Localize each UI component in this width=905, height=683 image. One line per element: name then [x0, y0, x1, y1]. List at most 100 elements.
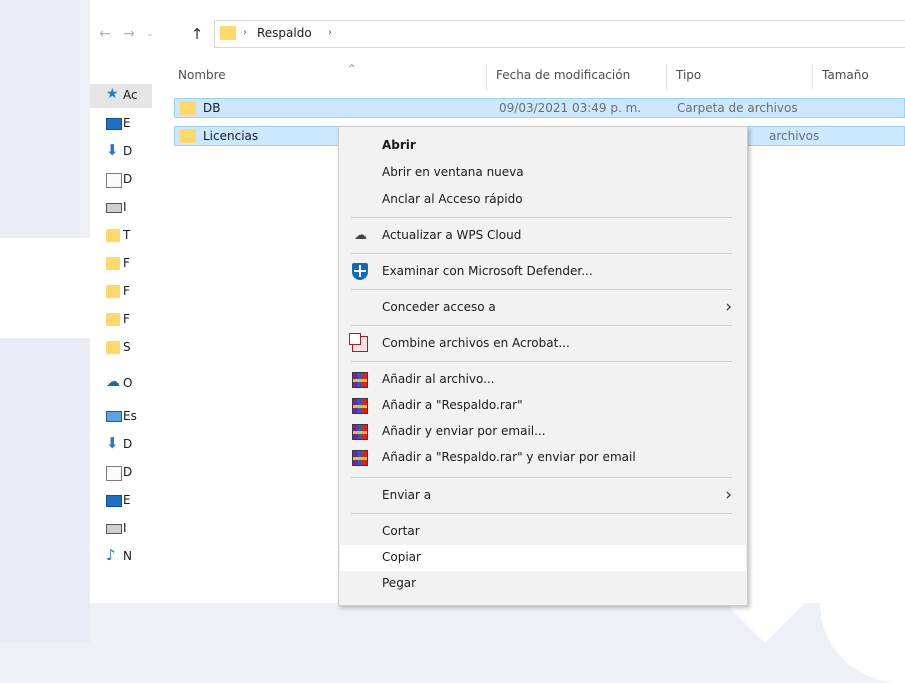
breadcrumb-separator[interactable]: ›: [328, 27, 332, 38]
column-header-date[interactable]: Fecha de modificación: [496, 68, 630, 82]
pane-item-label: I: [123, 200, 127, 214]
pane-item-documents[interactable]: D: [90, 461, 152, 485]
background-shape: [820, 603, 905, 683]
pane-item-quick-access[interactable]: ★ Ac: [90, 84, 152, 108]
chevron-right-icon: ›: [725, 485, 732, 505]
recent-locations-chevron-icon[interactable]: ⌄: [141, 24, 159, 44]
menu-item-send-to[interactable]: Enviar a ›: [340, 483, 746, 509]
menu-item-cut[interactable]: Cortar: [340, 519, 746, 545]
column-header-type[interactable]: Tipo: [676, 68, 701, 82]
file-type: archivos: [769, 129, 820, 143]
menu-separator: [351, 513, 732, 514]
winrar-icon: [352, 450, 368, 466]
pane-item-images[interactable]: I: [90, 196, 152, 220]
up-arrow-icon[interactable]: ↑: [188, 24, 206, 44]
menu-item-rar-add-named-email[interactable]: Añadir a "Respaldo.rar" y enviar por ema…: [340, 445, 746, 471]
chevron-right-icon: ›: [725, 297, 732, 317]
pane-item-folder[interactable]: F: [90, 252, 152, 276]
column-divider[interactable]: [666, 64, 667, 90]
defender-shield-icon: [352, 263, 368, 280]
column-divider[interactable]: [486, 64, 487, 90]
menu-item-label: Cortar: [382, 524, 420, 538]
download-icon: ⬇: [106, 434, 119, 452]
star-icon: ★: [106, 86, 119, 102]
menu-item-paste[interactable]: Pegar: [340, 571, 746, 597]
menu-item-label: Pegar: [382, 576, 417, 590]
column-header-name[interactable]: Nombre ^: [178, 64, 356, 82]
menu-item-rar-add-named[interactable]: Añadir a "Respaldo.rar": [340, 393, 746, 419]
sort-chevron-icon: ^: [348, 64, 356, 74]
menu-item-copy[interactable]: Copiar: [340, 545, 746, 571]
menu-item-rar-add-email[interactable]: Añadir y enviar por email...: [340, 419, 746, 445]
menu-item-label: Abrir: [382, 138, 416, 152]
menu-item-label: Combine archivos en Acrobat...: [382, 336, 570, 350]
pane-item-folder[interactable]: T: [90, 224, 152, 248]
forward-arrow-icon[interactable]: →: [120, 24, 138, 44]
folder-icon: [106, 285, 120, 298]
menu-item-wps-cloud[interactable]: ☁ Actualizar a WPS Cloud: [340, 223, 746, 249]
pane-item-desktop[interactable]: E: [90, 112, 152, 136]
back-arrow-icon[interactable]: ←: [96, 24, 114, 44]
file-name: DB: [203, 101, 221, 115]
column-header-size[interactable]: Tamaño: [822, 68, 869, 82]
menu-item-label: Anclar al Acceso rápido: [382, 192, 523, 206]
pane-item-documents[interactable]: D: [90, 168, 152, 192]
address-bar[interactable]: › Respaldo ›: [214, 20, 905, 48]
pane-item-label: O: [123, 376, 133, 390]
pane-item-this-pc[interactable]: Es: [90, 405, 152, 429]
pane-item-music[interactable]: ♪ N: [90, 545, 152, 569]
background-panel: [0, 0, 80, 238]
menu-separator: [351, 253, 732, 254]
pane-item-folder[interactable]: F: [90, 280, 152, 304]
pane-item-label: Ac: [123, 88, 138, 102]
folder-icon: [106, 257, 120, 270]
menu-item-label: Añadir a "Respaldo.rar": [382, 398, 523, 412]
file-row-db[interactable]: DB 09/03/2021 03:49 p. m. Carpeta de arc…: [174, 98, 905, 118]
menu-item-label: Abrir en ventana nueva: [382, 165, 524, 179]
pane-item-folder[interactable]: S: [90, 336, 152, 360]
pane-item-label: F: [123, 256, 130, 270]
download-icon: ⬇: [106, 141, 119, 159]
column-divider[interactable]: [812, 64, 813, 90]
file-type: Carpeta de archivos: [677, 101, 798, 115]
menu-item-rar-add[interactable]: Añadir al archivo...: [340, 367, 746, 393]
menu-separator: [351, 325, 732, 326]
pane-item-label: T: [123, 228, 131, 242]
menu-item-give-access[interactable]: Conceder acceso a ›: [340, 295, 746, 321]
background-shape: [725, 603, 805, 643]
folder-icon: [180, 101, 196, 115]
pane-item-images[interactable]: I: [90, 517, 152, 541]
pane-item-downloads[interactable]: ⬇ D: [90, 433, 152, 457]
menu-item-label: Copiar: [382, 550, 421, 564]
context-menu: Abrir Abrir en ventana nueva Anclar al A…: [338, 126, 748, 606]
folder-icon: [106, 341, 120, 354]
menu-item-pin-quick-access[interactable]: Anclar al Acceso rápido: [340, 187, 746, 213]
menu-separator: [351, 477, 732, 478]
menu-item-label: Enviar a: [382, 488, 432, 502]
pane-item-label: F: [123, 284, 130, 298]
desktop-icon: [106, 118, 122, 130]
pane-item-downloads[interactable]: ⬇ D: [90, 140, 152, 164]
menu-item-open-new-window[interactable]: Abrir en ventana nueva: [340, 160, 746, 186]
winrar-icon: [352, 372, 368, 388]
pane-item-label: I: [123, 521, 127, 535]
breadcrumb-respaldo[interactable]: Respaldo: [257, 26, 312, 40]
pane-item-folder[interactable]: F: [90, 308, 152, 332]
file-date: 09/03/2021 03:49 p. m.: [499, 101, 642, 115]
menu-item-acrobat[interactable]: Combine archivos en Acrobat...: [340, 331, 746, 357]
menu-item-label: Examinar con Microsoft Defender...: [382, 264, 593, 278]
pane-item-label: F: [123, 312, 130, 326]
breadcrumb-separator[interactable]: ›: [243, 27, 247, 38]
menu-separator: [351, 289, 732, 290]
pane-item-onedrive[interactable]: ☁ O: [90, 372, 152, 396]
menu-item-defender[interactable]: Examinar con Microsoft Defender...: [340, 259, 746, 285]
menu-item-label: Añadir y enviar por email...: [382, 424, 546, 438]
pane-item-label: Es: [123, 409, 137, 423]
pane-item-desktop[interactable]: E: [90, 489, 152, 513]
document-icon: [106, 466, 122, 481]
menu-item-label: Actualizar a WPS Cloud: [382, 228, 522, 242]
image-icon: [106, 203, 122, 213]
pane-item-label: D: [123, 465, 133, 479]
menu-item-open[interactable]: Abrir: [340, 133, 746, 159]
folder-icon: [106, 229, 120, 242]
